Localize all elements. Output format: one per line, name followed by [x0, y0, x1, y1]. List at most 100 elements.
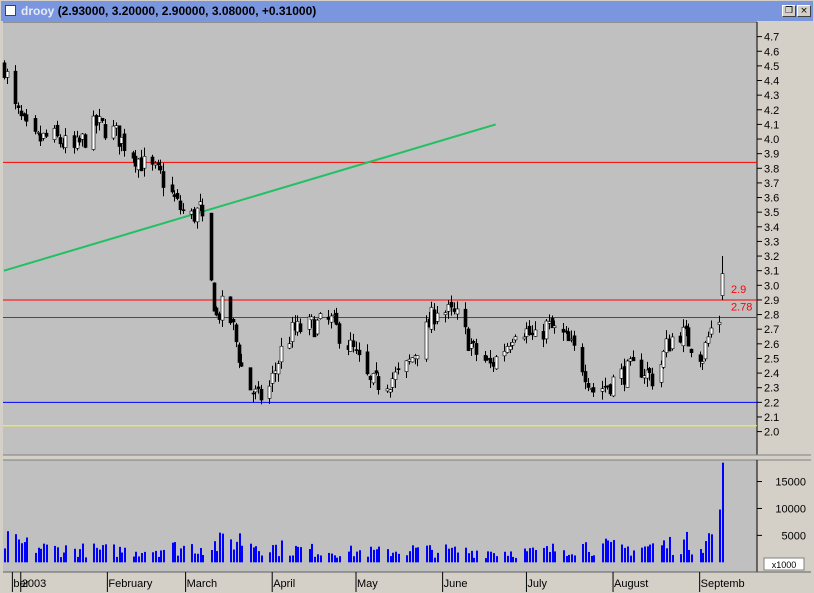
date-tick-label: April	[273, 578, 295, 590]
volume-bar	[82, 543, 84, 563]
volume-bar	[406, 555, 408, 563]
volume-bar	[202, 555, 204, 563]
volume-bar	[669, 536, 671, 563]
volume-bar	[529, 548, 531, 563]
volume-bar	[661, 545, 663, 563]
candle-body	[390, 378, 395, 388]
volume-bar	[79, 549, 81, 563]
volume-bar	[487, 551, 489, 563]
candle-body	[455, 308, 460, 315]
candle-body	[181, 209, 186, 212]
candle-body	[469, 343, 474, 349]
level-label: 2.9	[731, 284, 746, 296]
volume-bar	[211, 549, 213, 563]
candle-body	[611, 376, 616, 397]
candle-body	[312, 319, 317, 338]
candle-body	[664, 338, 669, 353]
volume-bar	[688, 549, 690, 563]
volume-bar	[512, 556, 514, 563]
volume-bar	[705, 541, 707, 563]
candle-body	[600, 388, 605, 392]
price-tick-label: 3.0	[764, 280, 779, 292]
volume-bar	[275, 544, 277, 563]
candle-body	[463, 308, 468, 328]
candle-body	[371, 373, 376, 384]
candle-body	[647, 368, 652, 374]
candle-body	[267, 385, 272, 399]
volume-bar	[311, 543, 313, 563]
volume-bar	[431, 549, 433, 563]
volume-tick-label: 10000	[775, 503, 806, 515]
candle-body	[429, 307, 434, 330]
volume-bar	[320, 555, 322, 563]
candle-body	[522, 336, 527, 340]
candle-body	[681, 326, 686, 347]
volume-bar	[535, 549, 537, 563]
volume-bar	[448, 548, 450, 563]
volume-bar	[77, 556, 79, 563]
volume-bar	[278, 556, 280, 563]
volume-bar	[719, 509, 721, 563]
candle-body	[217, 313, 222, 320]
candle-body	[619, 368, 624, 379]
volume-bar	[102, 545, 104, 563]
candle-body	[376, 376, 381, 390]
candle-body	[524, 328, 529, 337]
date-tick-label: August	[614, 578, 648, 590]
candle-body	[298, 323, 303, 332]
volume-bar	[350, 545, 352, 563]
candle-body	[541, 331, 546, 340]
date-tick-label: June	[444, 578, 468, 590]
candle-body	[287, 343, 292, 349]
candle-body	[111, 125, 116, 139]
candle-body	[547, 321, 552, 324]
candle-body	[290, 322, 295, 342]
date-tick-label: July	[527, 578, 547, 590]
price-tick-label: 2.6	[764, 339, 779, 351]
candle-body	[192, 209, 197, 222]
volume-bar	[292, 555, 294, 563]
volume-bar	[24, 542, 26, 563]
candle-body	[80, 133, 85, 140]
volume-bar	[691, 554, 693, 563]
candle-body	[407, 358, 412, 362]
price-tick-label: 2.7	[764, 324, 779, 336]
candle-body	[315, 319, 320, 335]
candle-body	[508, 346, 513, 350]
volume-bar	[152, 552, 154, 563]
candle-body	[388, 389, 393, 393]
volume-bar	[356, 551, 358, 563]
volume-bar	[18, 539, 20, 563]
volume-bar	[155, 550, 157, 563]
candle-body	[156, 162, 161, 166]
candle-body	[494, 356, 499, 370]
candle-body	[139, 157, 144, 172]
price-tick-label: 4.3	[764, 90, 779, 102]
volume-bar	[468, 553, 470, 563]
volume-bar	[119, 546, 121, 563]
candle-body	[446, 304, 451, 312]
volume-bar	[160, 550, 162, 563]
candle-body	[36, 132, 41, 134]
price-tick-label: 2.5	[764, 353, 779, 365]
candle-body	[561, 328, 566, 333]
volume-bar	[390, 556, 392, 563]
volume-units-label: x1000	[772, 560, 797, 570]
volume-bar	[230, 539, 232, 563]
candle-body	[703, 342, 708, 360]
candle-body	[365, 351, 370, 375]
candle-body	[608, 384, 613, 395]
price-panel	[3, 22, 757, 455]
candle-body	[326, 316, 331, 320]
volume-bar	[507, 555, 509, 563]
candle-body	[248, 367, 253, 391]
candle-body	[142, 156, 147, 169]
candle-body	[452, 308, 457, 312]
candle-body	[309, 316, 314, 321]
volume-bar	[348, 551, 350, 563]
price-tick-label: 3.6	[764, 193, 779, 205]
volume-bar	[711, 534, 713, 563]
candle-body	[625, 360, 630, 388]
candle-body	[709, 327, 714, 335]
candle-body	[628, 358, 633, 362]
